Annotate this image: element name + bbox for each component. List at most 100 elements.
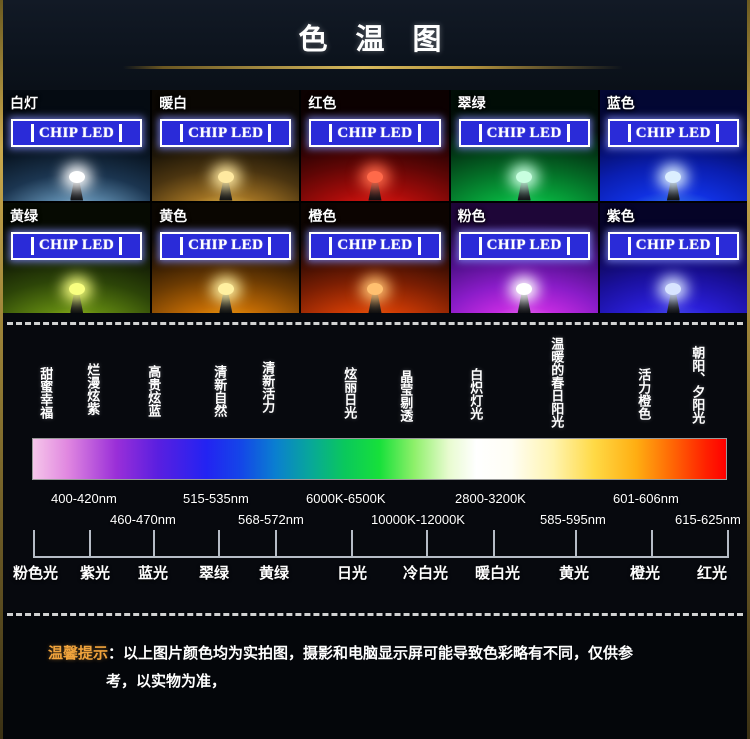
led-light-point bbox=[217, 283, 234, 295]
led-light-point bbox=[217, 170, 234, 183]
chip-badge-bar bbox=[119, 236, 123, 255]
spectrum-color-name: 暖白光 bbox=[475, 565, 521, 582]
chip-badge-bar bbox=[716, 124, 720, 142]
led-sample-grid: 白灯 CHIP LED 暖白 CHIP LED 红色 CHIP LED 翠绿 CHIP LED… bbox=[3, 90, 747, 313]
note-tag: 温馨提示 bbox=[48, 645, 109, 662]
spectrum-gradient-bar bbox=[32, 438, 727, 480]
led-light-point bbox=[516, 170, 533, 183]
ruler-tick bbox=[493, 530, 495, 558]
led-light-point bbox=[68, 283, 85, 295]
mood-label: 清新活力 bbox=[260, 361, 276, 413]
chip-badge-text: CHIP LED bbox=[337, 237, 413, 253]
note-colon: ： bbox=[108, 645, 124, 662]
led-light-point bbox=[665, 283, 682, 295]
chip-badge-text: CHIP LED bbox=[486, 237, 562, 253]
wavelength-label: 460-470nm bbox=[110, 512, 176, 527]
led-light-point bbox=[516, 283, 533, 295]
spectrum-section: 甜蜜幸福 烂漫炫紫 高贵炫蓝 清新自然 清新活力 炫丽日光 晶莹剔透 白炽灯光 温暖的春日阳光 活… bbox=[3, 325, 747, 612]
led-color-label: 翠绿 bbox=[457, 95, 486, 111]
chip-badge-text: CHIP LED bbox=[337, 124, 413, 141]
mood-label: 活力橙色 bbox=[636, 368, 652, 420]
wavelength-label: 601-606nm bbox=[613, 491, 679, 506]
chip-led-badge: CHIP LED bbox=[458, 119, 590, 147]
ruler-baseline bbox=[33, 556, 728, 558]
chip-led-badge: CHIP LED bbox=[607, 119, 739, 147]
led-sample-cell: 暖白 CHIP LED bbox=[152, 90, 300, 201]
chip-badge-bar bbox=[268, 124, 272, 142]
chip-badge-bar bbox=[716, 236, 720, 255]
led-color-label: 黄色 bbox=[159, 207, 188, 224]
chip-led-badge: CHIP LED bbox=[458, 231, 590, 260]
led-color-label: 蓝色 bbox=[606, 95, 635, 111]
mood-label: 晶莹剔透 bbox=[398, 370, 414, 422]
led-sample-cell: 红色 CHIP LED bbox=[301, 90, 449, 201]
ruler-tick bbox=[153, 530, 155, 558]
wavelength-label: 615-625nm bbox=[675, 512, 741, 527]
led-light-point bbox=[366, 170, 383, 183]
mood-label: 高贵炫蓝 bbox=[146, 365, 162, 417]
ruler-tick bbox=[426, 530, 428, 558]
led-light-point bbox=[68, 170, 85, 183]
wavelength-label: 10000K-12000K bbox=[371, 512, 465, 527]
page-header: 色 温 图 bbox=[3, 0, 747, 90]
mood-label: 温暖的春日阳光 bbox=[549, 337, 565, 428]
spectrum-color-name: 黄光 bbox=[559, 565, 590, 582]
spectrum-color-name: 翠绿 bbox=[199, 565, 230, 582]
chip-led-badge: CHIP LED bbox=[11, 119, 143, 147]
led-light-point bbox=[665, 170, 682, 183]
led-sample-cell: 白灯 CHIP LED bbox=[3, 90, 151, 201]
wavelength-label: 515-535nm bbox=[183, 491, 249, 506]
led-color-label: 橙色 bbox=[308, 207, 337, 224]
led-sample-cell: 粉色 CHIP LED bbox=[450, 202, 598, 313]
spectrum-color-name: 粉色光 bbox=[13, 565, 59, 582]
chip-badge-text: CHIP LED bbox=[188, 237, 264, 253]
wavelength-label: 400-420nm bbox=[51, 491, 117, 506]
ruler-tick bbox=[275, 530, 277, 558]
ruler-tick bbox=[651, 530, 653, 558]
ruler-tick bbox=[33, 530, 35, 558]
ruler-tick bbox=[351, 530, 353, 558]
spectrum-color-name: 日光 bbox=[337, 565, 368, 582]
wavelength-label: 2800-3200K bbox=[455, 491, 526, 506]
ruler-tick bbox=[218, 530, 220, 558]
wavelength-label: 585-595nm bbox=[540, 512, 606, 527]
spectrum-color-name: 紫光 bbox=[80, 565, 111, 582]
chip-badge-text: CHIP LED bbox=[635, 124, 712, 141]
page-title: 色 温 图 bbox=[298, 24, 452, 56]
led-color-label: 紫色 bbox=[606, 207, 635, 224]
chip-badge-bar bbox=[417, 124, 421, 142]
chip-badge-bar bbox=[566, 124, 570, 142]
led-color-label: 红色 bbox=[308, 95, 337, 111]
note-text: 温馨提示：以上图片颜色均为实拍图，摄影和电脑显示屏可能导致色彩略有不同，仅供参 … bbox=[48, 640, 707, 696]
chip-badge-text: CHIP LED bbox=[38, 237, 115, 253]
mood-label: 炫丽日光 bbox=[342, 367, 358, 419]
chip-badge-text: CHIP LED bbox=[635, 237, 712, 253]
chip-badge-bar bbox=[268, 236, 272, 255]
chip-badge-text: CHIP LED bbox=[188, 124, 264, 141]
spectrum-ruler bbox=[3, 530, 747, 558]
ruler-tick bbox=[575, 530, 577, 558]
led-sample-cell: 紫色 CHIP LED bbox=[599, 202, 747, 313]
header-divider bbox=[123, 66, 623, 69]
footer-note: 温馨提示：以上图片颜色均为实拍图，摄影和电脑显示屏可能导致色彩略有不同，仅供参 … bbox=[3, 618, 747, 736]
spectrum-color-name: 蓝光 bbox=[138, 565, 169, 582]
mood-label: 清新自然 bbox=[212, 365, 228, 417]
dashed-separator-bottom bbox=[7, 613, 743, 616]
note-line2: 考，以实物为准， bbox=[106, 673, 227, 690]
chip-led-badge: CHIP LED bbox=[160, 231, 292, 260]
color-temperature-chart-page: 色 温 图 白灯 CHIP LED 暖白 CHIP LED 红色 CHIP LED 翠绿 CH… bbox=[0, 0, 750, 739]
led-light-point bbox=[366, 283, 383, 295]
led-color-label: 暖白 bbox=[159, 95, 188, 111]
chip-badge-bar bbox=[119, 124, 123, 142]
mood-label-layer: 甜蜜幸福 烂漫炫紫 高贵炫蓝 清新自然 清新活力 炫丽日光 晶莹剔透 白炽灯光 温暖的春日阳光 活… bbox=[3, 337, 747, 437]
spectrum-color-name: 橙光 bbox=[630, 565, 661, 582]
color-name-layer: 粉色光 紫光 蓝光 翠绿 黄绿 日光 冷白光 暖白光 黄光 橙光 红光 bbox=[3, 562, 747, 602]
led-sample-cell: 黄色 CHIP LED bbox=[152, 202, 300, 313]
led-color-label: 粉色 bbox=[457, 207, 486, 224]
mood-label: 烂漫炫紫 bbox=[85, 363, 101, 415]
led-sample-cell: 黄绿 CHIP LED bbox=[3, 202, 151, 313]
wavelength-label: 6000K-6500K bbox=[306, 491, 386, 506]
chip-led-badge: CHIP LED bbox=[309, 231, 441, 260]
chip-badge-bar bbox=[417, 236, 421, 255]
chip-badge-bar bbox=[566, 236, 570, 255]
